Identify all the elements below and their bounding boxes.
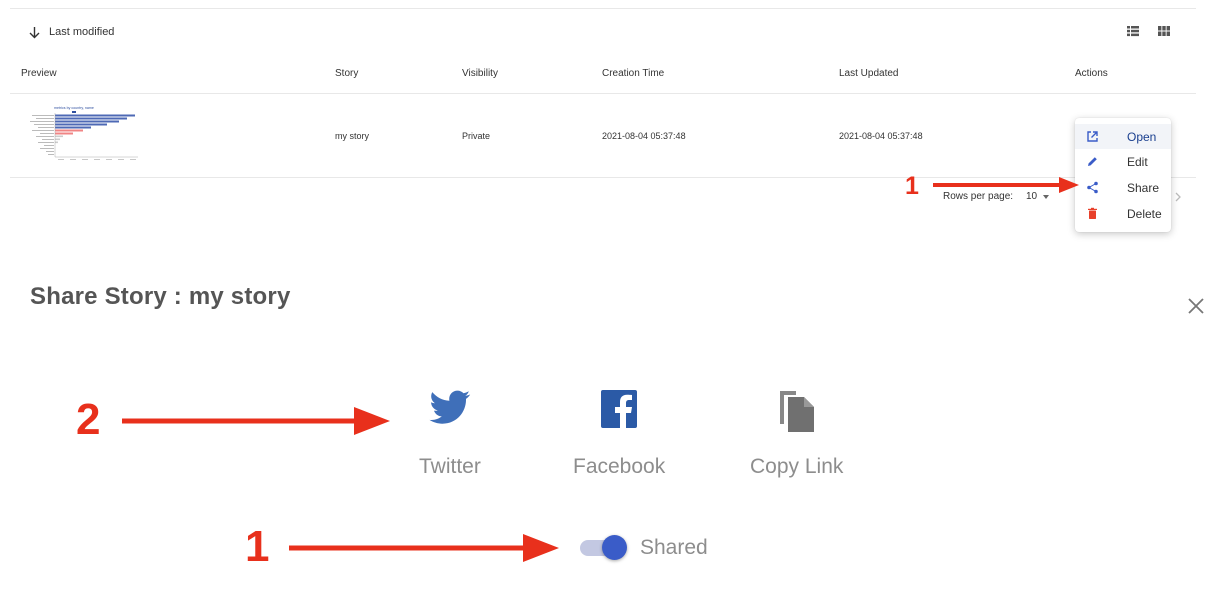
annotation-step-1-menu: 1 <box>905 172 919 200</box>
close-icon[interactable] <box>1187 297 1205 315</box>
shared-toggle-label: Shared <box>640 536 708 559</box>
annotation-arrow-2-icon <box>122 407 390 435</box>
trash-icon <box>1088 207 1097 219</box>
sort-label: Last modified <box>49 26 115 38</box>
grid-view-button[interactable] <box>1157 24 1171 38</box>
sort-last-modified-button[interactable]: Last modified <box>28 22 114 42</box>
menu-item-share-label: Share <box>1127 180 1160 195</box>
menu-item-share[interactable]: Share <box>1075 175 1171 200</box>
copy-link-label: Copy Link <box>750 455 844 478</box>
list-view-icon <box>1127 26 1139 37</box>
column-header-actions: Actions <box>1075 68 1108 79</box>
header-divider <box>10 93 1196 94</box>
arrow-down-icon <box>29 26 40 38</box>
preview-chart-image: metrics by country, name <box>30 106 138 160</box>
share-icon <box>1087 181 1098 194</box>
cell-last-updated: 2021-08-04 05:37:48 <box>839 131 923 141</box>
cell-story[interactable]: my story <box>335 131 369 141</box>
menu-item-edit[interactable]: Edit <box>1075 149 1171 174</box>
cell-creation-time: 2021-08-04 05:37:48 <box>602 131 686 141</box>
column-header-preview: Preview <box>21 68 57 79</box>
facebook-icon <box>601 390 637 428</box>
column-header-last-updated: Last Updated <box>839 68 899 79</box>
menu-item-edit-label: Edit <box>1127 154 1148 169</box>
column-header-visibility: Visibility <box>462 68 498 79</box>
annotation-arrow-3-icon <box>289 534 559 562</box>
column-header-story: Story <box>335 68 359 79</box>
preview-chart-title: metrics by country, name <box>54 106 94 110</box>
next-page-chevron-icon[interactable] <box>1173 190 1183 204</box>
cell-visibility: Private <box>462 131 491 141</box>
share-facebook-label: Facebook <box>573 455 666 478</box>
annotation-step-2: 2 <box>76 395 101 444</box>
share-dialog-title: Share Story : my story <box>30 283 291 310</box>
share-facebook-button[interactable]: Facebook <box>568 385 672 485</box>
shared-toggle[interactable] <box>578 533 630 561</box>
list-view-button[interactable] <box>1126 24 1140 38</box>
annotation-arrow-1-icon <box>933 177 1079 193</box>
caret-down-icon <box>1043 194 1050 199</box>
pencil-icon <box>1088 157 1097 166</box>
twitter-icon <box>429 390 471 424</box>
menu-item-delete-label: Delete <box>1127 206 1162 221</box>
annotation-step-1-toggle: 1 <box>245 522 270 571</box>
copy-link-button[interactable]: Copy Link <box>748 385 848 485</box>
copy-icon <box>780 391 814 432</box>
row-action-menu: Open Edit Share Delete <box>1075 118 1171 232</box>
story-preview-thumbnail[interactable]: metrics by country, name <box>20 104 140 164</box>
menu-item-open[interactable]: Open <box>1075 124 1171 149</box>
grid-view-icon <box>1158 26 1170 36</box>
share-twitter-label: Twitter <box>419 455 481 478</box>
menu-item-delete[interactable]: Delete <box>1075 201 1171 226</box>
toggle-thumb <box>602 535 627 560</box>
share-twitter-button[interactable]: Twitter <box>410 385 490 485</box>
column-header-creation-time: Creation Time <box>602 68 665 79</box>
menu-item-open-label: Open <box>1127 129 1157 144</box>
open-in-new-icon <box>1087 131 1098 142</box>
top-divider <box>10 8 1196 9</box>
